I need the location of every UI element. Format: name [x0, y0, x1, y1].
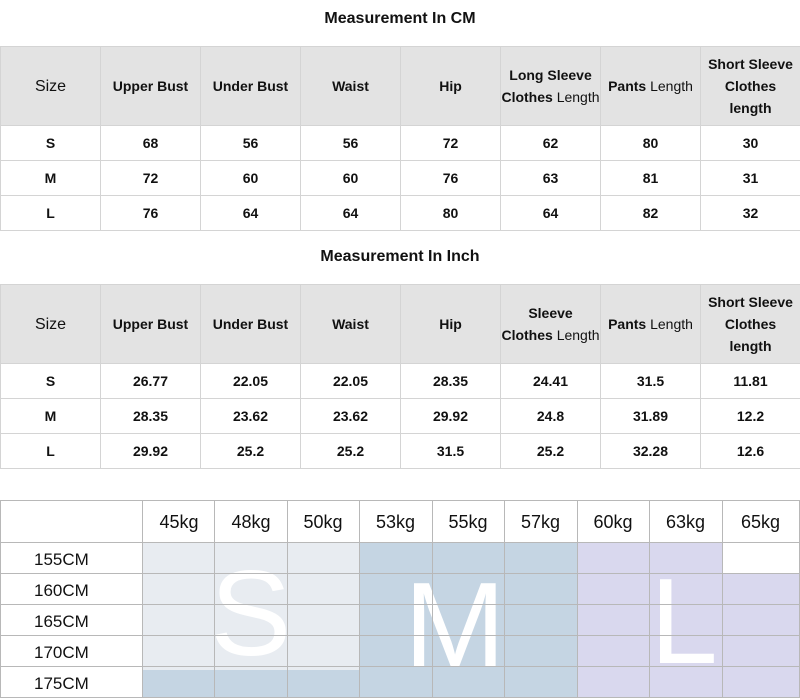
cell: 64 — [301, 196, 401, 231]
col-short-sleeve: Short Sleeve Clothes length — [701, 47, 800, 126]
col-short-sleeve: Short Sleeve Clothes length — [701, 285, 800, 364]
weight-header: 48kg — [215, 500, 287, 542]
col-pants-length: Pants Length — [601, 285, 701, 364]
col-under-bust: Under Bust — [201, 285, 301, 364]
cell: 80 — [601, 126, 701, 161]
cell: 64 — [201, 196, 301, 231]
cell: 63 — [501, 161, 601, 196]
size-recommendation-grid: S M L 45kg 48kg 50kg 53kg 55kg 57kg 60kg… — [0, 500, 800, 698]
cell: S — [1, 126, 101, 161]
table-row: S 68 56 56 72 62 80 30 — [1, 126, 800, 161]
cell: 30 — [701, 126, 800, 161]
cell: 60 — [201, 161, 301, 196]
cell: 56 — [301, 126, 401, 161]
weight-header: 63kg — [649, 500, 722, 542]
col-size: Size — [1, 47, 101, 126]
inch-measurement-table: Size Upper Bust Under Bust Waist Hip Sle… — [0, 284, 800, 469]
cell: 62 — [501, 126, 601, 161]
table-row: L 76 64 64 80 64 82 32 — [1, 196, 800, 231]
cell: M — [1, 399, 101, 434]
height-label: 160CM — [0, 574, 142, 605]
cell: 29.92 — [401, 399, 501, 434]
height-label: 165CM — [0, 605, 142, 636]
cell: 23.62 — [201, 399, 301, 434]
cell: 60 — [301, 161, 401, 196]
table-row: S 26.77 22.05 22.05 28.35 24.41 31.5 11.… — [1, 364, 800, 399]
cell: 81 — [601, 161, 701, 196]
table-row: M 28.35 23.62 23.62 29.92 24.8 31.89 12.… — [1, 399, 800, 434]
height-label: 170CM — [0, 636, 142, 667]
cell: 31.5 — [401, 434, 501, 469]
cell: 11.81 — [701, 364, 800, 399]
size-letter-l: L — [650, 560, 718, 682]
col-waist: Waist — [301, 285, 401, 364]
cell: 76 — [101, 196, 201, 231]
cell: 23.62 — [301, 399, 401, 434]
col-hip: Hip — [401, 47, 501, 126]
inch-section-title: Measurement In Inch — [0, 248, 800, 266]
cell: 31.89 — [601, 399, 701, 434]
cell: 24.8 — [501, 399, 601, 434]
cell: 22.05 — [201, 364, 301, 399]
weight-header: 55kg — [432, 500, 504, 542]
col-sleeve: Sleeve Clothes Length — [501, 285, 601, 364]
height-label: 175CM — [0, 667, 142, 698]
weight-header: 65kg — [722, 500, 799, 542]
cell: 28.35 — [401, 364, 501, 399]
cell: 31.5 — [601, 364, 701, 399]
cell: L — [1, 196, 101, 231]
cell: S — [1, 364, 101, 399]
cell: 32 — [701, 196, 800, 231]
height-label: 155CM — [0, 543, 142, 574]
cell: 25.2 — [301, 434, 401, 469]
cell: 72 — [401, 126, 501, 161]
weight-header: 45kg — [143, 500, 215, 542]
weight-header: 60kg — [577, 500, 649, 542]
cell: 24.41 — [501, 364, 601, 399]
cell: 31 — [701, 161, 800, 196]
cell: 22.05 — [301, 364, 401, 399]
cell: 82 — [601, 196, 701, 231]
col-pants-length: Pants Length — [601, 47, 701, 126]
weight-header: 50kg — [287, 500, 359, 542]
weight-header: 57kg — [504, 500, 577, 542]
cell: 28.35 — [101, 399, 201, 434]
cell: 56 — [201, 126, 301, 161]
table-row: L 29.92 25.2 25.2 31.5 25.2 32.28 12.6 — [1, 434, 800, 469]
cell: 80 — [401, 196, 501, 231]
weight-header: 53kg — [359, 500, 432, 542]
table-header-row: Size Upper Bust Under Bust Waist Hip Lon… — [1, 47, 800, 126]
cell: 12.2 — [701, 399, 800, 434]
col-hip: Hip — [401, 285, 501, 364]
table-row: M 72 60 60 76 63 81 31 — [1, 161, 800, 196]
cell: L — [1, 434, 101, 469]
size-letter-s: S — [210, 552, 291, 674]
cell: 29.92 — [101, 434, 201, 469]
size-letter-m: M — [404, 564, 506, 686]
col-waist: Waist — [301, 47, 401, 126]
col-upper-bust: Upper Bust — [101, 285, 201, 364]
cm-section-title: Measurement In CM — [0, 10, 800, 28]
cell: M — [1, 161, 101, 196]
cell: 72 — [101, 161, 201, 196]
col-upper-bust: Upper Bust — [101, 47, 201, 126]
cell: 64 — [501, 196, 601, 231]
col-size: Size — [1, 285, 101, 364]
cell: 12.6 — [701, 434, 800, 469]
cell: 68 — [101, 126, 201, 161]
cell: 26.77 — [101, 364, 201, 399]
cell: 76 — [401, 161, 501, 196]
cm-measurement-table: Size Upper Bust Under Bust Waist Hip Lon… — [0, 46, 800, 231]
table-header-row: Size Upper Bust Under Bust Waist Hip Sle… — [1, 285, 800, 364]
cell: 25.2 — [501, 434, 601, 469]
cell: 25.2 — [201, 434, 301, 469]
col-under-bust: Under Bust — [201, 47, 301, 126]
cell: 32.28 — [601, 434, 701, 469]
col-long-sleeve: Long Sleeve Clothes Length — [501, 47, 601, 126]
